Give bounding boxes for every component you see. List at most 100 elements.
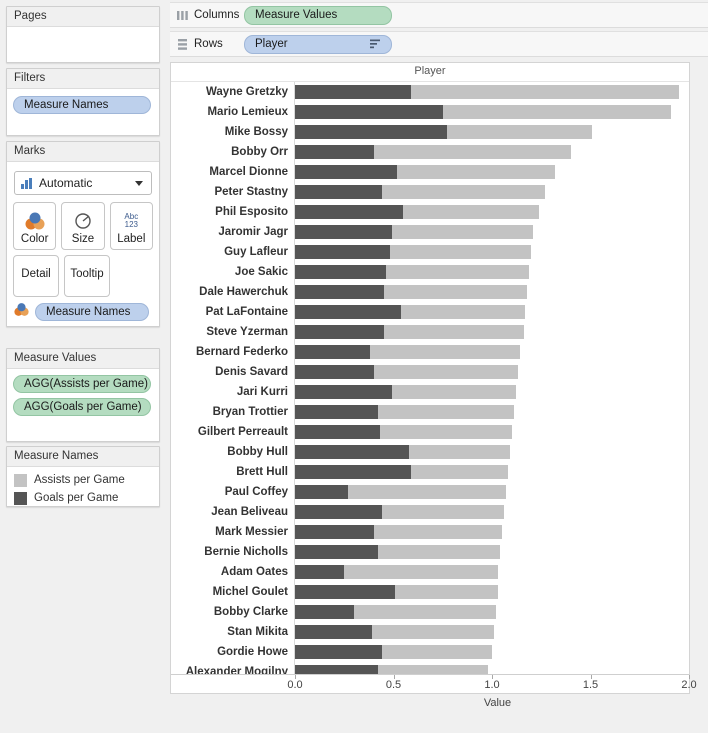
bar-segment-assists[interactable] — [377, 405, 514, 419]
bar-segment-goals[interactable] — [295, 625, 372, 639]
bar-segment-goals[interactable] — [295, 125, 447, 139]
chart-row[interactable]: Brett Hull — [171, 462, 689, 482]
marks-size-button[interactable]: Size — [61, 202, 105, 250]
bar-segment-goals[interactable] — [295, 145, 374, 159]
chart-row[interactable]: Jari Kurri — [171, 382, 689, 402]
bar-segment-assists[interactable] — [373, 145, 571, 159]
bar-segment-assists[interactable] — [411, 85, 680, 99]
marks-encoding-pill-measure-names[interactable]: Measure Names — [35, 303, 149, 321]
stacked-bar[interactable] — [295, 505, 504, 519]
marks-tooltip-button[interactable]: Tooltip — [64, 255, 110, 297]
bar-segment-goals[interactable] — [295, 345, 370, 359]
stacked-bar[interactable] — [295, 285, 528, 299]
mark-type-dropdown[interactable]: Automatic — [14, 171, 152, 195]
stacked-bar[interactable] — [295, 385, 516, 399]
bar-segment-goals[interactable] — [295, 465, 412, 479]
bar-segment-assists[interactable] — [373, 365, 518, 379]
stacked-bar[interactable] — [295, 545, 500, 559]
measure-value-pill-assists[interactable]: AGG(Assists per Game) — [13, 375, 151, 393]
chart-row[interactable]: Bobby Orr — [171, 142, 689, 162]
sort-descending-icon[interactable] — [370, 39, 381, 49]
stacked-bar[interactable] — [295, 425, 512, 439]
chart-row[interactable]: Paul Coffey — [171, 482, 689, 502]
bar-segment-assists[interactable] — [371, 625, 494, 639]
bar-segment-goals[interactable] — [295, 585, 396, 599]
stacked-bar[interactable] — [295, 485, 506, 499]
bar-segment-goals[interactable] — [295, 185, 382, 199]
bar-segment-goals[interactable] — [295, 265, 386, 279]
bar-segment-goals[interactable] — [295, 225, 392, 239]
bar-segment-goals[interactable] — [295, 365, 374, 379]
bar-segment-assists[interactable] — [354, 605, 496, 619]
filters-card-body[interactable]: Measure Names — [7, 89, 159, 120]
bar-segment-goals[interactable] — [295, 245, 390, 259]
chart-row[interactable]: Wayne Gretzky — [171, 82, 689, 102]
bar-segment-assists[interactable] — [369, 345, 520, 359]
bar-segment-assists[interactable] — [409, 445, 510, 459]
bar-segment-assists[interactable] — [385, 265, 530, 279]
chart-row[interactable]: Bobby Hull — [171, 442, 689, 462]
chart-row[interactable]: Phil Esposito — [171, 202, 689, 222]
bar-segment-goals[interactable] — [295, 205, 404, 219]
chart-row[interactable]: Mike Bossy — [171, 122, 689, 142]
bar-segment-goals[interactable] — [295, 385, 392, 399]
chart-row[interactable]: Bernard Federko — [171, 342, 689, 362]
stacked-bar[interactable] — [295, 105, 672, 119]
marks-color-button[interactable]: Color — [13, 202, 57, 250]
bar-segment-goals[interactable] — [295, 665, 378, 674]
stacked-bar[interactable] — [295, 365, 518, 379]
stacked-bar[interactable] — [295, 345, 520, 359]
stacked-bar[interactable] — [295, 245, 532, 259]
bar-segment-assists[interactable] — [373, 525, 502, 539]
chart-row[interactable]: Marcel Dionne — [171, 162, 689, 182]
chart-row[interactable]: Pat LaFontaine — [171, 302, 689, 322]
stacked-bar[interactable] — [295, 665, 489, 674]
bar-segment-assists[interactable] — [377, 665, 489, 674]
chart-row[interactable]: Michel Goulet — [171, 582, 689, 602]
bar-segment-goals[interactable] — [295, 545, 378, 559]
stacked-bar[interactable] — [295, 605, 496, 619]
bar-segment-assists[interactable] — [411, 465, 508, 479]
chart-row[interactable]: Jean Beliveau — [171, 502, 689, 522]
bar-segment-assists[interactable] — [344, 565, 498, 579]
chart-row[interactable]: Bryan Trottier — [171, 402, 689, 422]
chart-row[interactable]: Steve Yzerman — [171, 322, 689, 342]
chart-row[interactable]: Gordie Howe — [171, 642, 689, 662]
stacked-bar[interactable] — [295, 145, 571, 159]
chart-row[interactable]: Peter Stastny — [171, 182, 689, 202]
bar-segment-goals[interactable] — [295, 645, 382, 659]
marks-detail-button[interactable]: Detail — [13, 255, 59, 297]
legend-item-assists[interactable]: Assists per Game — [14, 471, 153, 489]
bar-segment-assists[interactable] — [383, 325, 524, 339]
bar-segment-assists[interactable] — [389, 245, 532, 259]
stacked-bar[interactable] — [295, 265, 530, 279]
stacked-bar[interactable] — [295, 305, 526, 319]
stacked-bar[interactable] — [295, 225, 534, 239]
bar-segment-assists[interactable] — [379, 425, 512, 439]
bar-segment-assists[interactable] — [403, 205, 540, 219]
measure-value-pill-goals[interactable]: AGG(Goals per Game) — [13, 398, 151, 416]
chart-row[interactable]: Jaromir Jagr — [171, 222, 689, 242]
chart-row[interactable]: Adam Oates — [171, 562, 689, 582]
chart-row[interactable]: Bernie Nicholls — [171, 542, 689, 562]
filter-pill-measure-names[interactable]: Measure Names — [13, 96, 151, 114]
chart-row[interactable]: Bobby Clarke — [171, 602, 689, 622]
chart-row[interactable]: Alexander Mogilny — [171, 662, 689, 674]
columns-pill-measure-values[interactable]: Measure Values — [244, 5, 392, 25]
stacked-bar[interactable] — [295, 565, 498, 579]
stacked-bar[interactable] — [295, 325, 524, 339]
chart-row[interactable]: Gilbert Perreault — [171, 422, 689, 442]
bar-segment-goals[interactable] — [295, 505, 382, 519]
bar-segment-assists[interactable] — [391, 225, 534, 239]
bar-segment-assists[interactable] — [348, 485, 506, 499]
bar-segment-goals[interactable] — [295, 325, 384, 339]
stacked-bar[interactable] — [295, 625, 494, 639]
stacked-bar[interactable] — [295, 165, 556, 179]
stacked-bar[interactable] — [295, 445, 510, 459]
stacked-bar[interactable] — [295, 85, 680, 99]
bar-segment-goals[interactable] — [295, 445, 410, 459]
marks-label-button[interactable]: Abc 123 Label — [109, 202, 153, 250]
stacked-bar[interactable] — [295, 125, 593, 139]
chart-row[interactable]: Joe Sakic — [171, 262, 689, 282]
stacked-bar[interactable] — [295, 185, 546, 199]
